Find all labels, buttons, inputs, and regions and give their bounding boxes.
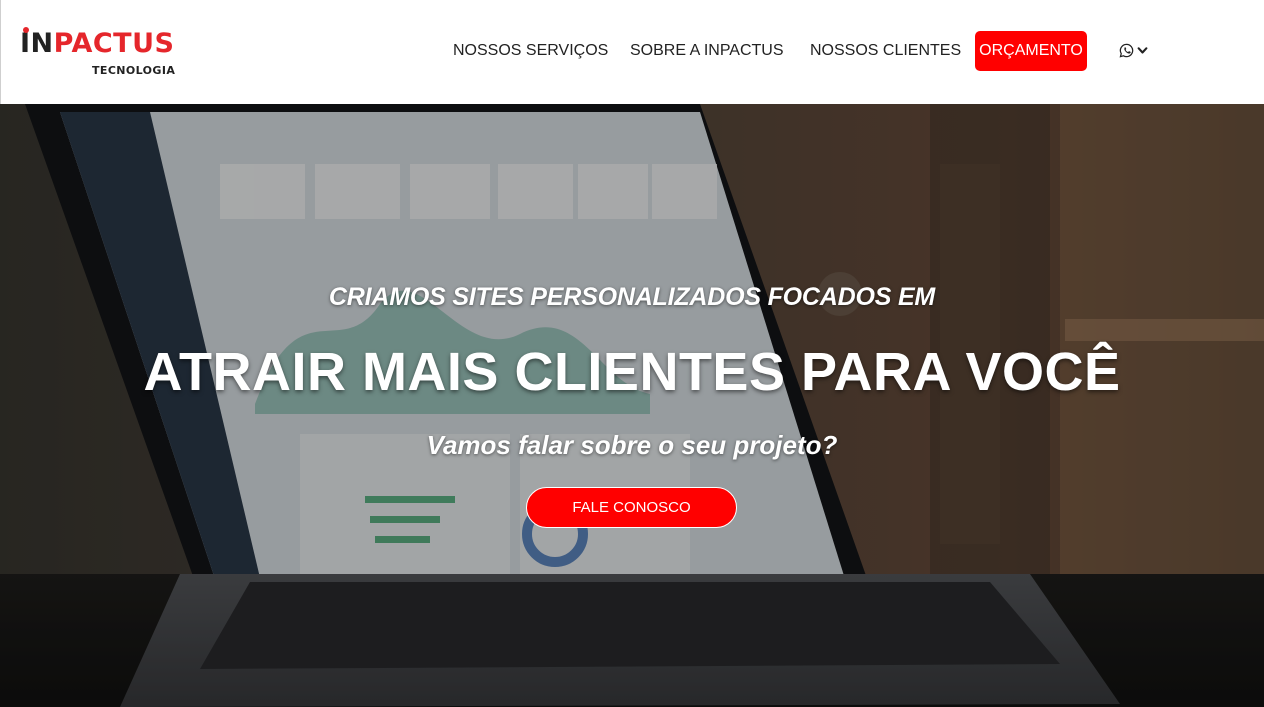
hero-subtitle: Vamos falar sobre o seu projeto? [426,430,838,460]
hero-title: ATRAIR MAIS CLIENTES PARA VOCÊ [143,342,1121,402]
inpactus-logo[interactable]: INPACTUS TECNOLOGIA [20,27,190,80]
hero-content: CRIAMOS SITES PERSONALIZADOS FOCADOS EM … [0,104,1264,707]
logo-tagline: TECNOLOGIA [92,64,176,77]
chevron-down-icon [1137,47,1148,54]
site-header: INPACTUS TECNOLOGIA NOSSOS SERVIÇOS SOBR… [0,0,1264,104]
nav-link-clients[interactable]: NOSSOS CLIENTES [810,41,961,61]
budget-button[interactable]: ORÇAMENTO [975,31,1087,71]
nav-link-about[interactable]: SOBRE A INPACTUS [630,41,784,61]
contact-us-button[interactable]: FALE CONOSCO [526,487,737,528]
logo-dot [23,27,29,33]
nav-link-services[interactable]: NOSSOS SERVIÇOS [453,41,608,61]
hero-kicker: CRIAMOS SITES PERSONALIZADOS FOCADOS EM [328,283,936,311]
whatsapp-dropdown[interactable] [1117,41,1153,61]
whatsapp-icon [1119,43,1134,58]
logo-wordmark: INPACTUS [20,28,175,59]
hero-section: CRIAMOS SITES PERSONALIZADOS FOCADOS EM … [0,104,1264,707]
